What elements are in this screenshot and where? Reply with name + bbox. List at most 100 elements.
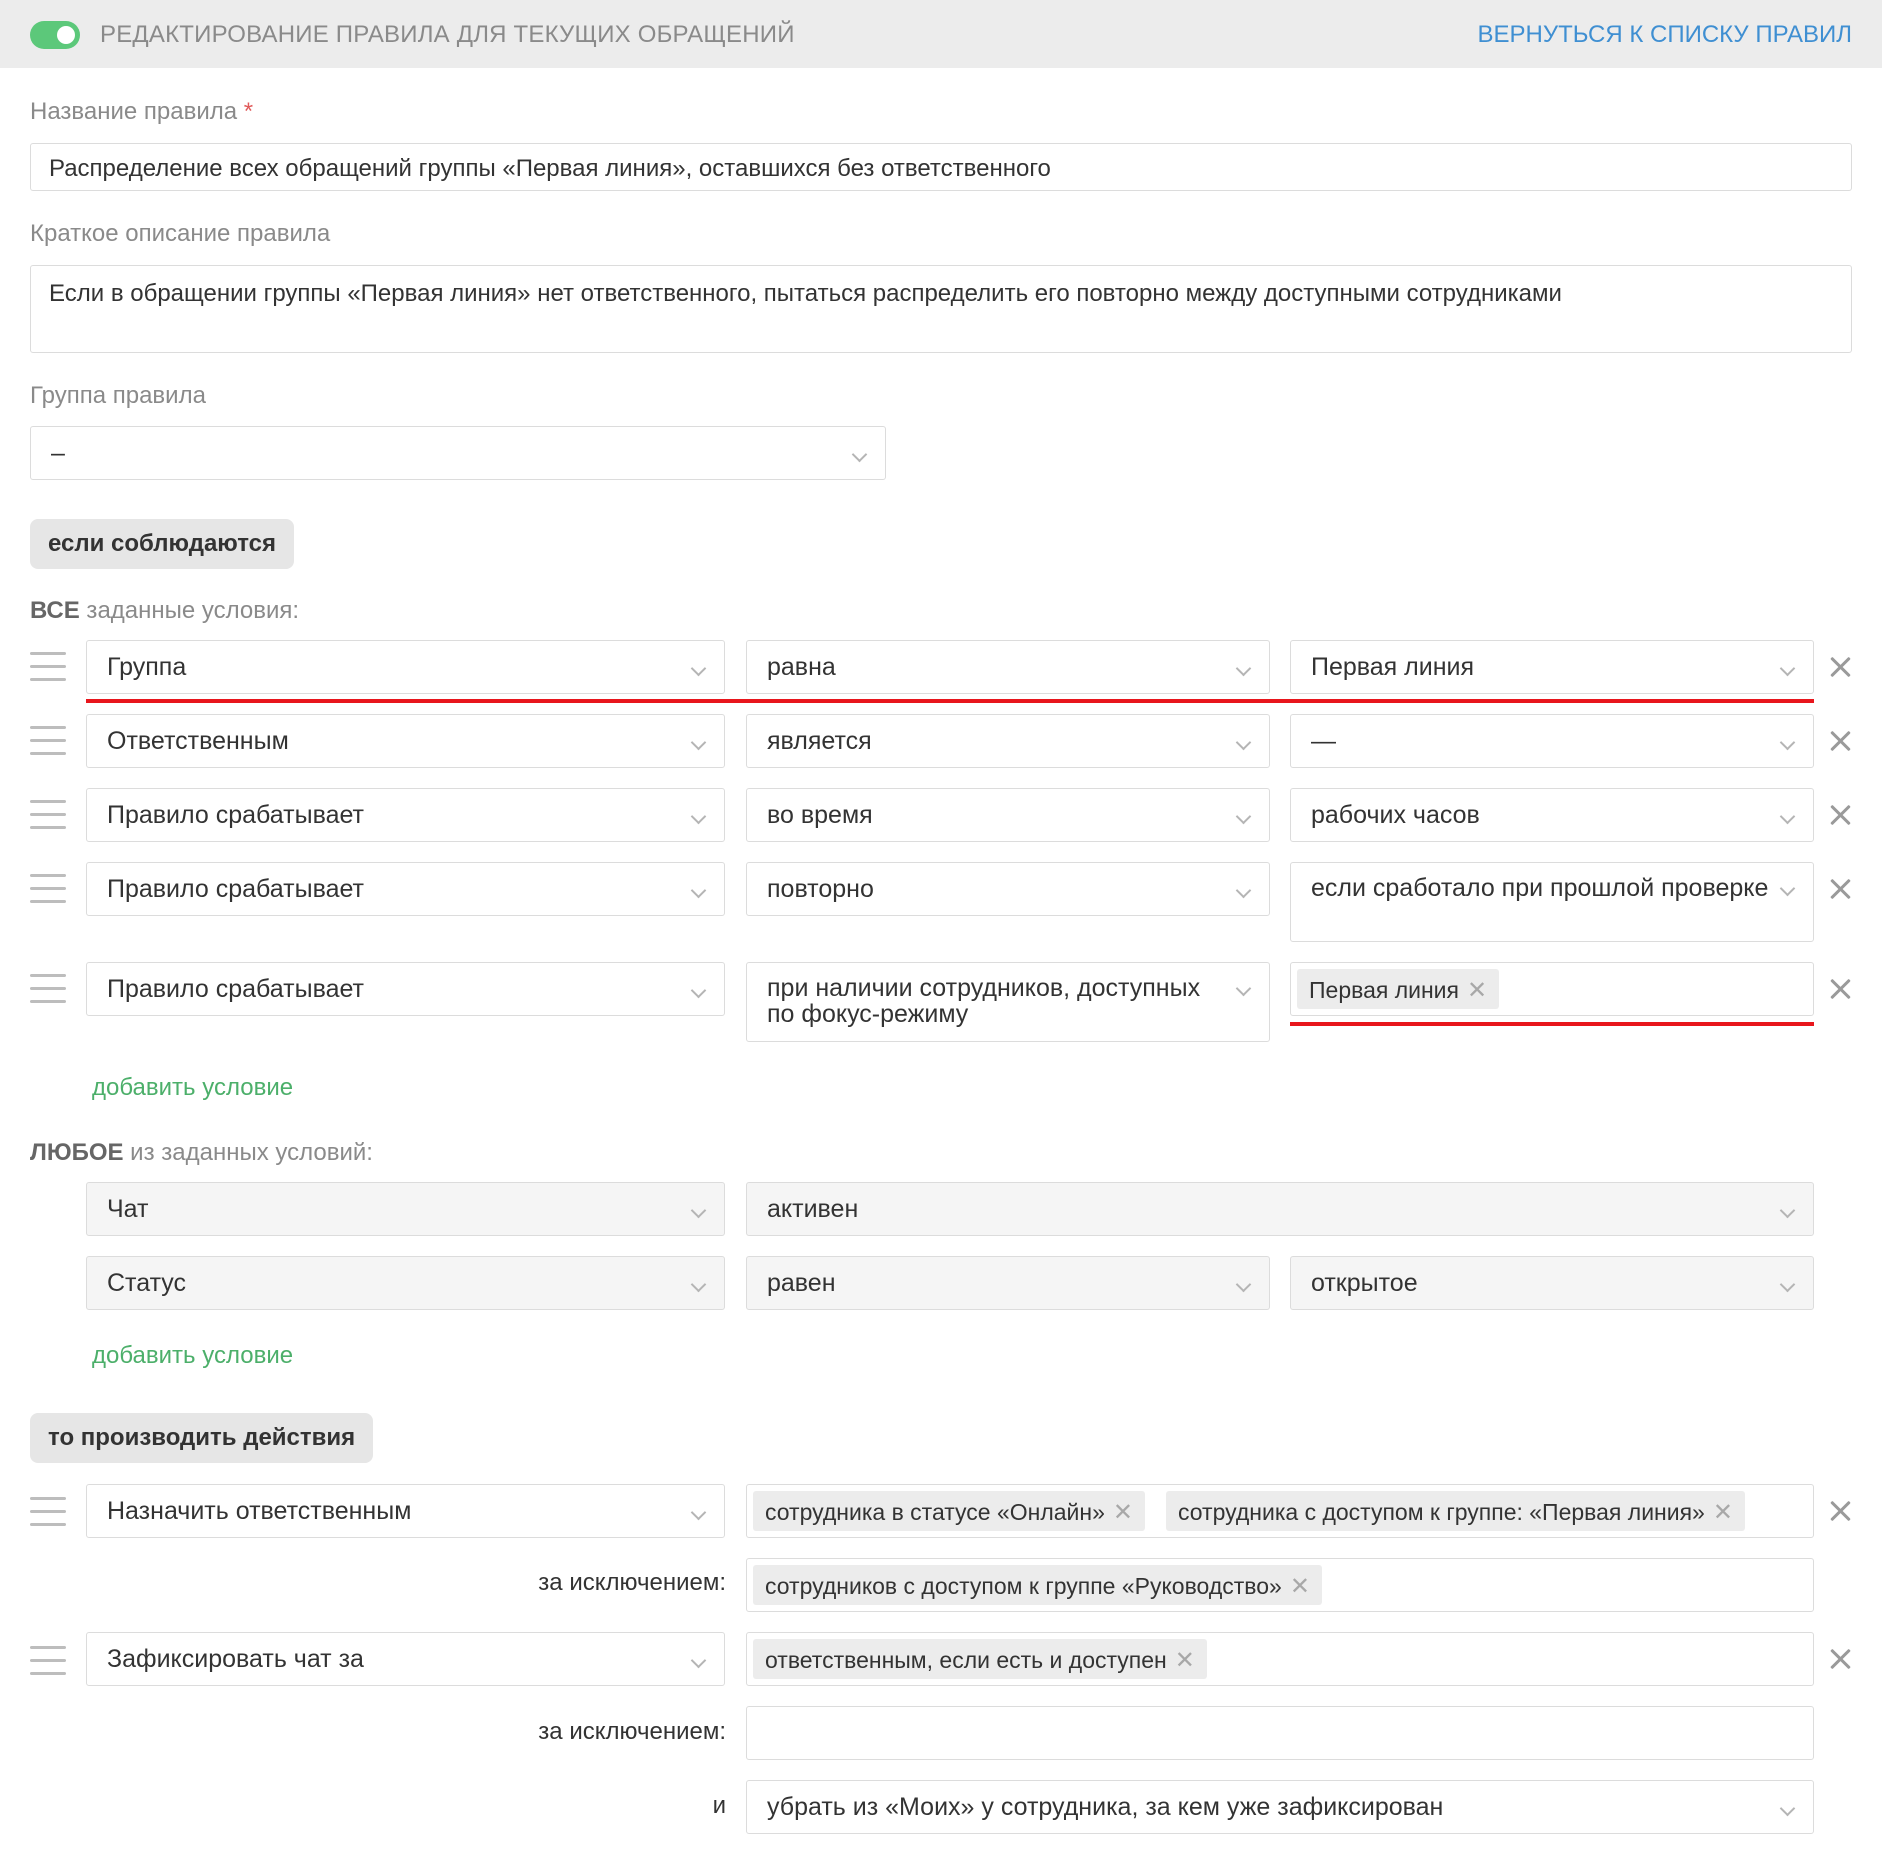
remove-condition-icon[interactable]: [1826, 653, 1854, 681]
and-option-value: убрать из «Моих» у сотрудника, за кем уж…: [767, 1793, 1444, 1821]
toggle-knob: [57, 26, 75, 44]
drag-handle-icon[interactable]: [30, 652, 66, 682]
condition-value-select[interactable]: Первая линия: [1290, 640, 1814, 694]
and-label: и: [712, 1792, 726, 1819]
drag-handle-icon[interactable]: [30, 974, 66, 1004]
all-label-bold: ВСЕ: [30, 597, 80, 624]
condition-value-select[interactable]: —: [1290, 714, 1814, 768]
tag-label: Первая линия: [1309, 977, 1459, 1003]
condition-operator-select[interactable]: повторно: [746, 862, 1270, 916]
tag-chip: ответственным, если есть и доступен ✕: [753, 1639, 1207, 1679]
rule-enabled-toggle[interactable]: [30, 21, 80, 49]
any-label-bold: ЛЮБОЕ: [30, 1139, 124, 1166]
condition-field-select[interactable]: Ответственным: [86, 714, 725, 768]
condition-value-select[interactable]: если сработало при прошлой проверке: [1290, 862, 1814, 942]
remove-action-icon[interactable]: [1826, 1497, 1854, 1525]
action-tags-input[interactable]: ответственным, если есть и доступен ✕: [746, 1632, 1814, 1686]
condition-operator-select[interactable]: при наличии сотрудников, доступных по фо…: [746, 962, 1270, 1042]
chevron-down-icon: [690, 882, 707, 899]
condition-field-value: Группа: [107, 653, 187, 681]
condition-value-select[interactable]: открытое: [1290, 1256, 1814, 1310]
tag-remove-icon[interactable]: ✕: [1713, 1499, 1733, 1526]
page-header: РЕДАКТИРОВАНИЕ ПРАВИЛА ДЛЯ ТЕКУЩИХ ОБРАЩ…: [0, 0, 1882, 68]
rule-name-input[interactable]: Распределение всех обращений группы «Пер…: [30, 143, 1852, 191]
action-select[interactable]: Назначить ответственным: [86, 1484, 725, 1538]
chevron-down-icon: [1779, 1202, 1796, 1219]
condition-field-select[interactable]: Правило срабатывает: [86, 862, 725, 916]
chevron-down-icon: [1779, 734, 1796, 751]
chevron-down-icon: [690, 1276, 707, 1293]
except-label: за исключением:: [538, 1569, 726, 1596]
remove-condition-icon[interactable]: [1826, 727, 1854, 755]
chevron-down-icon: [690, 808, 707, 825]
condition-field-select[interactable]: Правило срабатывает: [86, 962, 725, 1016]
condition-value: открытое: [1311, 1269, 1418, 1297]
any-conditions-label: ЛЮБОЕ из заданных условий:: [30, 1139, 373, 1167]
condition-field-value: Правило срабатывает: [107, 875, 364, 903]
chevron-down-icon: [1235, 882, 1252, 899]
drag-handle-icon[interactable]: [30, 800, 66, 830]
condition-field-value: Правило срабатывает: [107, 975, 364, 1003]
chevron-down-icon: [1779, 808, 1796, 825]
group-select[interactable]: –: [30, 426, 886, 480]
condition-field-select[interactable]: Группа: [86, 640, 725, 694]
drag-handle-icon[interactable]: [30, 1497, 66, 1527]
tag-chip: сотрудника в статусе «Онлайн» ✕: [753, 1491, 1145, 1531]
chevron-down-icon: [690, 1202, 707, 1219]
then-section-button[interactable]: то производить действия: [30, 1413, 374, 1463]
condition-operator-select[interactable]: активен: [746, 1182, 1814, 1236]
condition-field-select[interactable]: Статус: [86, 1256, 725, 1310]
description-textarea[interactable]: Если в обращении группы «Первая линия» н…: [30, 265, 1852, 353]
condition-operator-select[interactable]: во время: [746, 788, 1270, 842]
tag-remove-icon[interactable]: ✕: [1290, 1573, 1310, 1600]
chevron-down-icon: [690, 660, 707, 677]
condition-value: рабочих часов: [1311, 801, 1480, 829]
condition-operator-select[interactable]: равен: [746, 1256, 1270, 1310]
rule-name-label-text: Название правила: [30, 98, 238, 125]
drag-handle-icon[interactable]: [30, 1646, 66, 1676]
condition-field-value: Правило срабатывает: [107, 801, 364, 829]
drag-handle-icon[interactable]: [30, 874, 66, 904]
condition-operator-value: повторно: [767, 875, 874, 903]
back-to-rules-link[interactable]: ВЕРНУТЬСЯ К СПИСКУ ПРАВИЛ: [1478, 21, 1852, 49]
condition-field-select[interactable]: Чат: [86, 1182, 725, 1236]
if-section-button[interactable]: если соблюдаются: [30, 519, 294, 569]
chevron-down-icon: [1235, 1276, 1252, 1293]
condition-operator-value: равна: [767, 653, 836, 681]
condition-tags-input[interactable]: Первая линия ✕: [1290, 962, 1814, 1016]
and-option-select[interactable]: убрать из «Моих» у сотрудника, за кем уж…: [746, 1780, 1814, 1834]
rule-name-value: Распределение всех обращений группы «Пер…: [49, 155, 1051, 182]
chevron-down-icon: [1779, 1800, 1796, 1817]
remove-action-icon[interactable]: [1826, 1645, 1854, 1673]
condition-field-select[interactable]: Правило срабатывает: [86, 788, 725, 842]
condition-field-value: Статус: [107, 1269, 187, 1297]
except-tags-input[interactable]: сотрудников с доступом к группе «Руковод…: [746, 1558, 1814, 1612]
chevron-down-icon: [690, 734, 707, 751]
condition-operator-value: активен: [767, 1195, 859, 1223]
condition-value: Первая линия: [1311, 653, 1475, 681]
action-tags-input[interactable]: сотрудника в статусе «Онлайн» ✕ сотрудник…: [746, 1484, 1814, 1538]
chevron-down-icon: [851, 446, 868, 463]
tag-remove-icon[interactable]: ✕: [1175, 1647, 1195, 1674]
chevron-down-icon: [1779, 880, 1796, 897]
action-select[interactable]: Зафиксировать чат за: [86, 1632, 725, 1686]
remove-condition-icon[interactable]: [1826, 975, 1854, 1003]
add-condition-link[interactable]: добавить условие: [92, 1074, 293, 1102]
condition-value: если сработало при прошлой проверке: [1311, 874, 1769, 902]
remove-condition-icon[interactable]: [1826, 801, 1854, 829]
tag-remove-icon[interactable]: ✕: [1113, 1499, 1133, 1526]
highlight-underline: [1290, 1022, 1814, 1026]
drag-handle-icon[interactable]: [30, 726, 66, 756]
condition-operator-value: при наличии сотрудников, доступных по фо…: [767, 974, 1201, 1028]
action-value: Назначить ответственным: [107, 1497, 412, 1525]
condition-operator-select[interactable]: является: [746, 714, 1270, 768]
condition-operator-select[interactable]: равна: [746, 640, 1270, 694]
chevron-down-icon: [1779, 660, 1796, 677]
tag-chip: сотрудника с доступом к группе: «Первая …: [1166, 1491, 1745, 1531]
add-condition-link[interactable]: добавить условие: [92, 1342, 293, 1370]
remove-condition-icon[interactable]: [1826, 875, 1854, 903]
tag-remove-icon[interactable]: ✕: [1467, 977, 1487, 1004]
condition-value-select[interactable]: рабочих часов: [1290, 788, 1814, 842]
chevron-down-icon: [1235, 660, 1252, 677]
except-tags-input[interactable]: [746, 1706, 1814, 1760]
